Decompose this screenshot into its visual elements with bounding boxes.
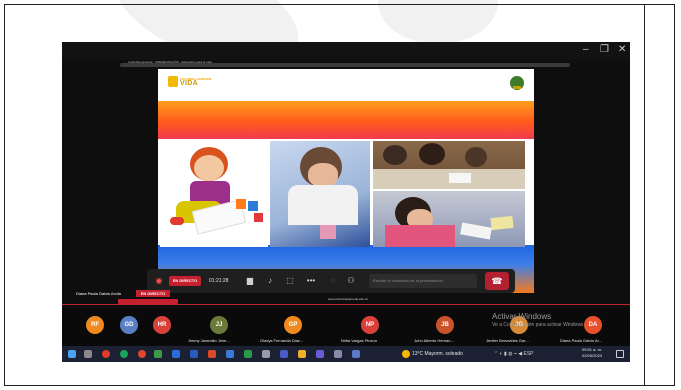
- word-icon[interactable]: [172, 350, 180, 358]
- orange-gradient-band: [158, 101, 534, 139]
- children-at-table-photo: [373, 141, 525, 189]
- logo-main-text: VIDA: [180, 80, 198, 87]
- avatar: JB: [436, 316, 454, 334]
- participant-name: Nidia Vargas Pinzon: [341, 338, 377, 343]
- more-icon[interactable]: •••: [305, 274, 317, 288]
- minimize-icon[interactable]: –: [583, 44, 589, 56]
- participant-name: Gladys Fernanda Diaz...: [260, 338, 304, 343]
- chrome-icon[interactable]: [120, 350, 128, 358]
- live-badge: EN DIRECTO: [169, 276, 201, 286]
- windows-taskbar: 13°C Mayorm. soleado ⌃ ◐ ▮ ◍ ⌁ ◀ ESP 09:…: [62, 346, 630, 362]
- avatar: NP: [361, 316, 379, 334]
- presenter-live-badge: EN DIRECTO: [136, 290, 170, 297]
- weather-icon[interactable]: [402, 350, 410, 358]
- meeting-timer: 01:21:28: [209, 278, 229, 284]
- teams-meeting-window: – ❐ ✕ Colombia Aprende · PRESENTACIÓN · …: [62, 42, 630, 362]
- shared-slide: COLOMBIA APRENDE VIDA: [158, 69, 534, 293]
- mic-icon[interactable]: ♪: [264, 274, 276, 288]
- avatar: DA: [584, 316, 602, 334]
- notes-input[interactable]: Escribir el contenido de la presentación: [369, 274, 477, 288]
- participant-name: Jenifer Benavides Gar...: [486, 338, 529, 343]
- frame-divider: [644, 4, 645, 386]
- reaction-icon[interactable]: ◌: [327, 274, 339, 288]
- participant-name: John Alberto Hernan...: [414, 338, 454, 343]
- search-icon[interactable]: [84, 350, 92, 358]
- clock-date[interactable]: 02/06/2023: [582, 353, 602, 359]
- activate-windows-subtitle: Ve a Configuración para activar Windows: [492, 322, 584, 328]
- presenter-name: Diana Paola Galvis Arcila: [76, 291, 121, 296]
- share-icon[interactable]: ⬚: [284, 274, 296, 288]
- chrome-icon[interactable]: [138, 350, 146, 358]
- sheets-icon[interactable]: [244, 350, 252, 358]
- child-with-cards-photo: [373, 191, 525, 247]
- app-icon[interactable]: [334, 350, 342, 358]
- avatar: GD: [120, 316, 138, 334]
- girl-with-card-photo: [270, 141, 370, 247]
- windows-start-icon[interactable]: [68, 350, 76, 358]
- maximize-icon[interactable]: ❐: [600, 44, 609, 56]
- avatar: JJ: [210, 316, 228, 334]
- people-icon[interactable]: ⚇: [345, 274, 357, 288]
- activate-windows-title: Activar Windows: [492, 312, 552, 321]
- app-icon[interactable]: [262, 350, 270, 358]
- avatar: HR: [153, 316, 171, 334]
- excel-icon[interactable]: [154, 350, 162, 358]
- hangup-button[interactable]: ☎: [485, 272, 509, 290]
- bottom-url: www.colombiaaprende.edu.co: [328, 297, 369, 301]
- record-icon: ◉: [155, 276, 163, 285]
- notification-icon[interactable]: [616, 350, 624, 358]
- teams-icon[interactable]: [316, 350, 324, 358]
- participant-name: Jimmy Jaramillo Jime...: [188, 338, 230, 343]
- avatar: GP: [284, 316, 302, 334]
- camera-icon[interactable]: ▆: [244, 274, 256, 288]
- presenter-control-bar: ◉ EN DIRECTO 01:21:28 ▆ ♪ ⬚ ••• ◌ ⚇ Escr…: [147, 269, 515, 293]
- emblem-icon: [510, 76, 524, 90]
- folder-icon[interactable]: [298, 350, 306, 358]
- browser-icon[interactable]: [102, 350, 110, 358]
- system-tray[interactable]: ⌃ ◐ ▮ ◍ ⌁ ◀ ESP: [494, 350, 534, 358]
- files-icon[interactable]: [280, 350, 288, 358]
- outlook-icon[interactable]: [190, 350, 198, 358]
- page: – ❐ ✕ Colombia Aprende · PRESENTACIÓN · …: [0, 0, 681, 390]
- shared-tab-title: Colombia Aprende · PRESENTACIÓN · Educac…: [128, 60, 212, 64]
- participant-name: Diana Paola Galvis Ar...: [560, 338, 603, 343]
- cartoon-girl-drawing-image: [160, 141, 268, 247]
- app-icon[interactable]: [352, 350, 360, 358]
- colombia-vida-logo-icon: [168, 76, 178, 87]
- edge-icon[interactable]: [226, 350, 234, 358]
- close-icon[interactable]: ✕: [618, 44, 626, 56]
- powerpoint-icon[interactable]: [208, 350, 216, 358]
- weather-text[interactable]: 13°C Mayorm. soleado: [412, 350, 463, 358]
- title-bar: – ❐ ✕: [62, 42, 630, 60]
- language-indicator[interactable]: ESP: [524, 351, 534, 357]
- stage-divider: [62, 304, 630, 305]
